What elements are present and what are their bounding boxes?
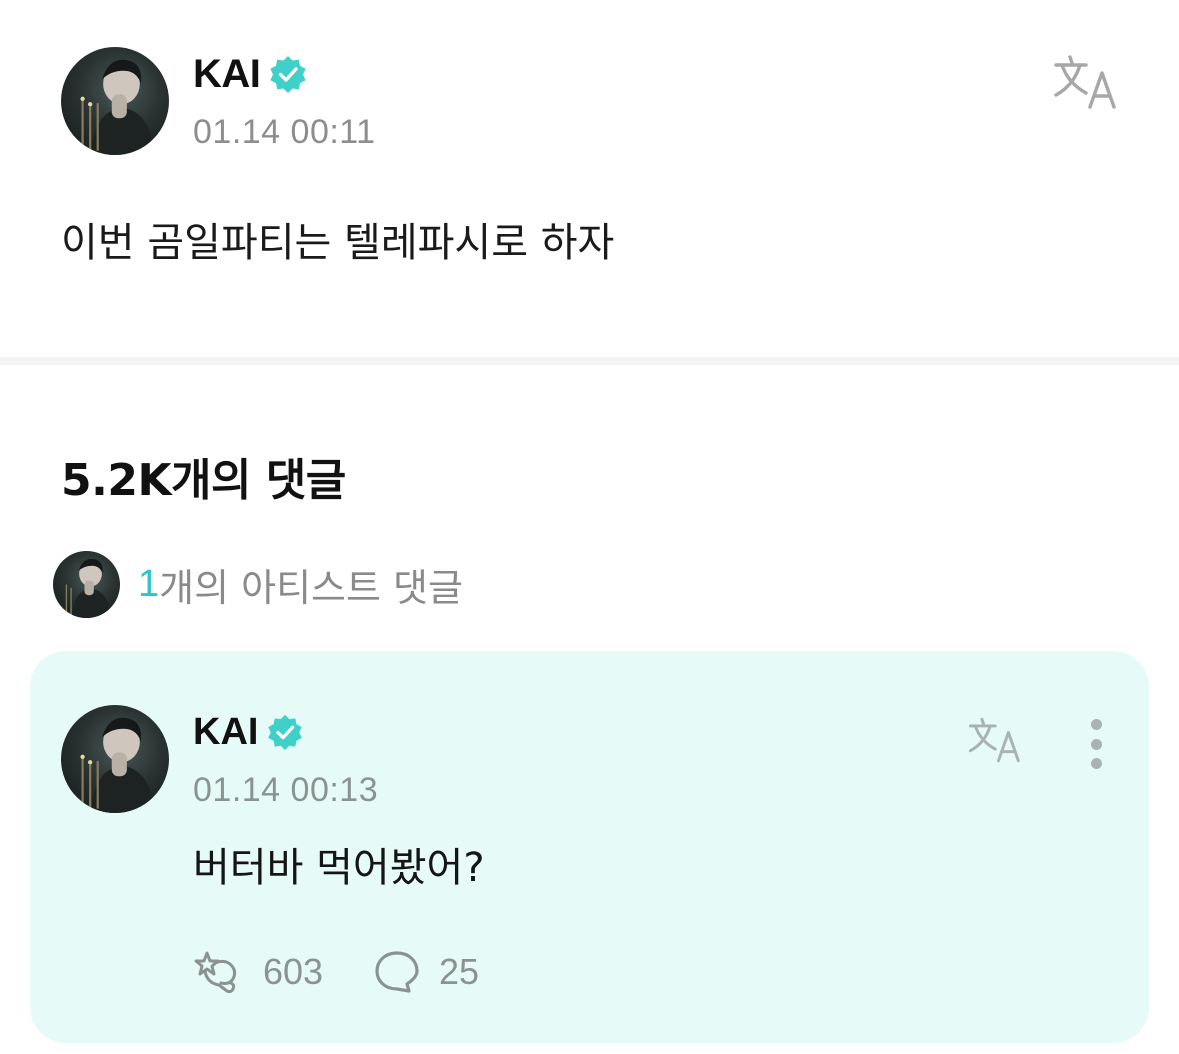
like-icon xyxy=(194,951,237,994)
more-dot xyxy=(1090,758,1102,769)
artist-comment-count: 1 xyxy=(138,562,160,605)
post-detail-page: KAI 01.14 00:11 이번 곰일파티는 텔레파시로 하자 5.2K개의… xyxy=(0,0,1179,1054)
section-divider xyxy=(0,357,1179,365)
post-timestamp: 01.14 00:11 xyxy=(193,113,376,151)
artist-comments-filter[interactable]: 1 개의 아티스트 댓글 xyxy=(53,550,463,618)
translate-icon xyxy=(1054,55,1116,109)
comment-author-name[interactable]: KAI xyxy=(193,709,258,755)
verified-badge-icon xyxy=(270,56,306,93)
comment-body-text: 버터바 먹어봤어? xyxy=(193,845,485,891)
like-count: 603 xyxy=(263,951,324,992)
translate-icon xyxy=(968,717,1020,763)
avatar-photo xyxy=(80,717,154,813)
post-author-name[interactable]: KAI xyxy=(193,50,261,98)
post-translate-button[interactable] xyxy=(1052,53,1122,111)
comment-author-name-row[interactable]: KAI xyxy=(193,709,304,755)
comment-translate-button[interactable] xyxy=(966,716,1026,764)
artist-comment-card: KAI 01.14 00:13 버터바 먹어봤어? 603 25 xyxy=(30,651,1149,1043)
more-dot xyxy=(1090,738,1102,750)
verified-badge-icon xyxy=(268,714,303,751)
artist-avatar xyxy=(53,550,120,618)
avatar-photo xyxy=(65,558,111,618)
post-author-avatar[interactable] xyxy=(61,47,169,155)
comment-timestamp: 01.14 00:13 xyxy=(193,771,379,809)
like-button[interactable]: 603 xyxy=(193,947,323,997)
reply-count: 25 xyxy=(439,951,480,992)
post-body-text: 이번 곰일파티는 텔레파시로 하자 xyxy=(61,220,615,266)
comment-author-avatar[interactable] xyxy=(61,705,169,813)
reply-bubble-icon xyxy=(375,951,419,993)
reply-button[interactable]: 25 xyxy=(373,947,479,997)
avatar-photo xyxy=(80,59,154,155)
post-author-name-row[interactable]: KAI xyxy=(193,50,308,98)
more-dot xyxy=(1090,719,1102,730)
comments-count-title: 5.2K개의 댓글 xyxy=(61,455,346,506)
artist-comment-label: 개의 아티스트 댓글 xyxy=(159,565,463,610)
more-options-icon[interactable] xyxy=(1084,719,1108,769)
